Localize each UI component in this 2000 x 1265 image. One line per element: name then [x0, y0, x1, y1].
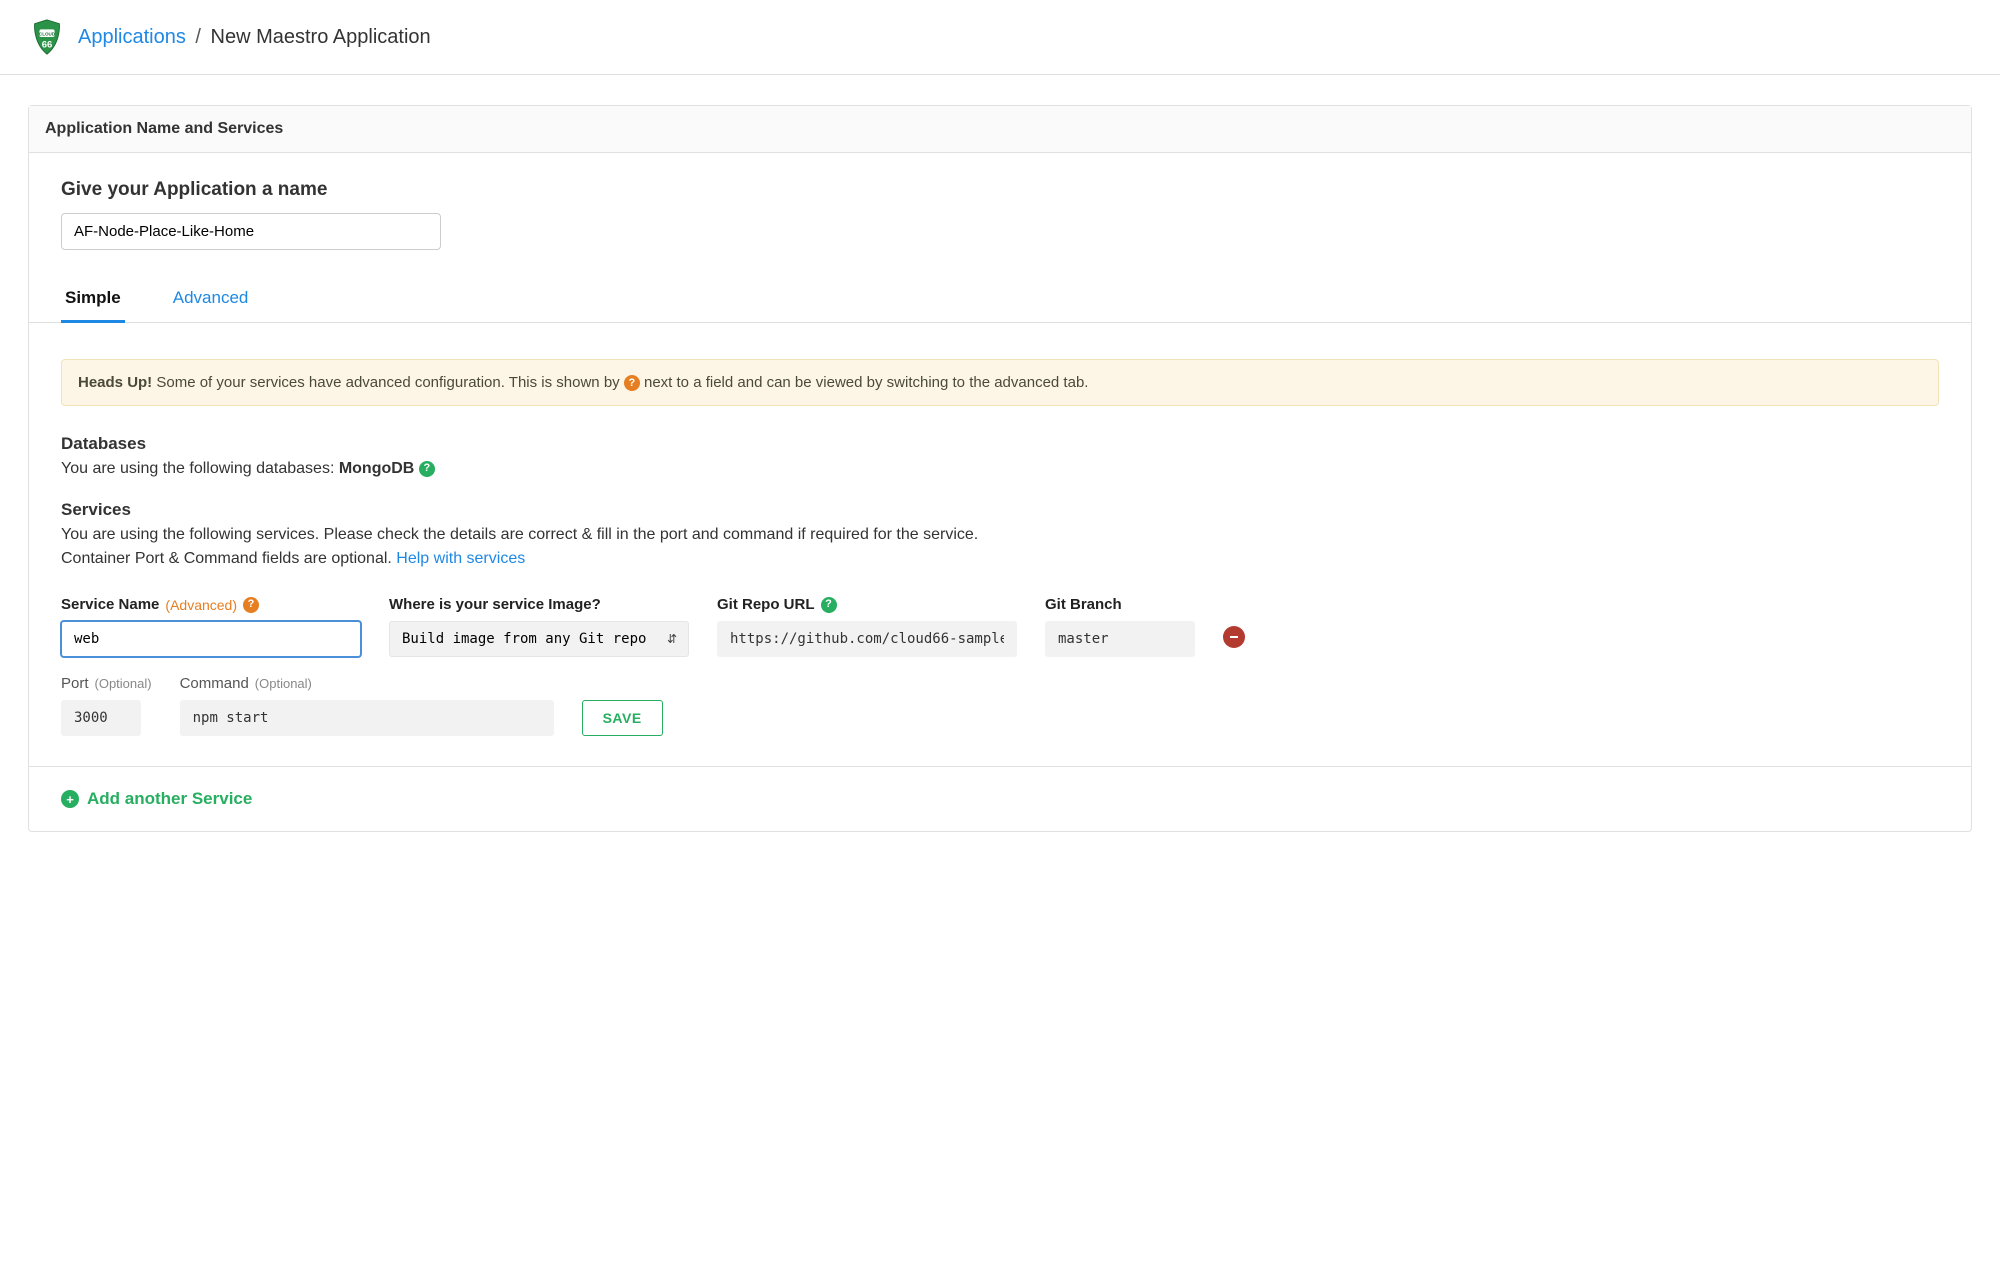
services-heading: Services	[61, 500, 1939, 520]
service-name-input[interactable]	[61, 621, 361, 657]
command-label: Command (Optional)	[180, 675, 554, 692]
svg-text:66: 66	[42, 39, 53, 50]
breadcrumb-current: New Maestro Application	[211, 26, 431, 48]
port-input[interactable]	[61, 700, 141, 736]
remove-service-button[interactable]	[1223, 626, 1245, 648]
panel-footer: + Add another Service	[29, 766, 1971, 831]
tab-advanced[interactable]: Advanced	[169, 280, 253, 323]
git-branch-input[interactable]	[1045, 621, 1195, 657]
image-source-select[interactable]: Build image from any Git repo	[389, 621, 689, 657]
minus-icon	[1228, 631, 1240, 643]
add-another-service-link[interactable]: + Add another Service	[61, 789, 252, 809]
help-icon[interactable]: ?	[419, 461, 435, 477]
port-optional: (Optional)	[95, 676, 152, 691]
heads-up-alert: Heads Up! Some of your services have adv…	[61, 359, 1939, 406]
app-name-label: Give your Application a name	[61, 179, 1939, 201]
alert-text-post: next to a field and can be viewed by swi…	[640, 374, 1089, 391]
databases-name: MongoDB	[339, 460, 415, 477]
services-line-2: Container Port & Command fields are opti…	[61, 550, 1939, 568]
tab-simple[interactable]: Simple	[61, 280, 125, 323]
app-name-input[interactable]	[61, 213, 441, 250]
tabs: Simple Advanced	[29, 280, 1971, 323]
breadcrumb-applications-link[interactable]: Applications	[78, 26, 186, 48]
cloud66-logo: CLOUD 66	[28, 18, 66, 56]
databases-heading: Databases	[61, 434, 1939, 454]
alert-lead: Heads Up!	[78, 374, 152, 391]
databases-prefix: You are using the following databases:	[61, 460, 339, 477]
image-source-label: Where is your service Image?	[389, 596, 689, 613]
git-repo-label: Git Repo URL ?	[717, 596, 1017, 613]
help-icon: ?	[624, 375, 640, 391]
help-with-services-link[interactable]: Help with services	[396, 550, 525, 567]
services-line-1: You are using the following services. Pl…	[61, 526, 1939, 544]
command-optional: (Optional)	[255, 676, 312, 691]
service-name-label: Service Name (Advanced) ?	[61, 596, 361, 613]
help-icon[interactable]: ?	[243, 597, 259, 613]
databases-line: You are using the following databases: M…	[61, 460, 1939, 478]
service-row-2: Port (Optional) Command (Optional) SA	[61, 675, 1939, 736]
topbar: CLOUD 66 Applications / New Maestro Appl…	[0, 0, 2000, 75]
add-another-service-label: Add another Service	[87, 789, 252, 809]
alert-text-pre: Some of your services have advanced conf…	[152, 374, 624, 391]
main-panel: Application Name and Services Give your …	[28, 105, 1972, 832]
git-repo-input[interactable]	[717, 621, 1017, 657]
plus-circle-icon: +	[61, 790, 79, 808]
git-branch-label: Git Branch	[1045, 596, 1195, 613]
save-button[interactable]: SAVE	[582, 700, 663, 736]
service-row: Service Name (Advanced) ? Where is your …	[61, 596, 1939, 657]
breadcrumb: Applications / New Maestro Application	[78, 26, 431, 49]
port-label: Port (Optional)	[61, 675, 152, 692]
svg-text:CLOUD: CLOUD	[39, 32, 56, 37]
panel-header: Application Name and Services	[29, 106, 1971, 153]
breadcrumb-separator: /	[195, 26, 201, 48]
command-input[interactable]	[180, 700, 554, 736]
help-icon[interactable]: ?	[821, 597, 837, 613]
service-name-advanced: (Advanced)	[165, 597, 237, 613]
